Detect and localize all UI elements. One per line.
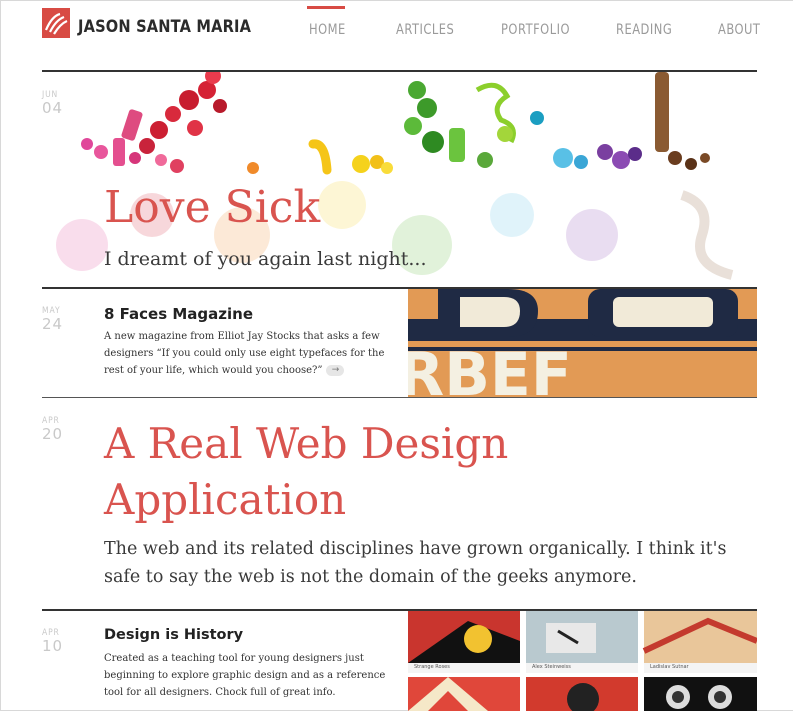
- site-title[interactable]: JASON SANTA MARIA: [78, 17, 251, 37]
- read-more-arrow-icon[interactable]: →: [326, 365, 345, 376]
- post-date: JUN 04: [42, 90, 64, 117]
- magazine-cover-image[interactable]: RBEF: [408, 289, 757, 397]
- post-divider: [42, 397, 757, 398]
- nav-active-indicator: [307, 6, 345, 9]
- post-title-link[interactable]: 8 Faces Magazine: [104, 305, 253, 323]
- logo-icon[interactable]: [42, 8, 70, 38]
- post-date: MAY 24: [42, 306, 64, 333]
- thumbnail-caption: Alex Steinweiss: [532, 664, 571, 670]
- post-date: APR 10: [42, 628, 64, 655]
- post-title-link[interactable]: A Real Web Design Application: [104, 416, 508, 528]
- thumbnail-caption: Ladislav Sutnar: [650, 664, 689, 670]
- design-history-thumbnails-image[interactable]: Strange Roses Alex Steinweiss Ladislav S…: [408, 611, 757, 711]
- nav-articles[interactable]: ARTICLES: [396, 22, 454, 38]
- hero-artwork-image[interactable]: [65, 72, 757, 175]
- nav-portfolio[interactable]: PORTFOLIO: [501, 22, 570, 38]
- post-excerpt: Created as a teaching tool for young des…: [104, 653, 386, 698]
- post-excerpt: I dreamt of you again last night...: [104, 248, 427, 270]
- post-date: APR 20: [42, 416, 64, 443]
- post-title-link[interactable]: Design is History: [104, 627, 243, 643]
- post-title-link[interactable]: Love Sick: [104, 182, 320, 233]
- post-excerpt: The web and its related disciplines have…: [104, 539, 727, 587]
- nav-home[interactable]: HOME: [309, 22, 346, 38]
- nav-about[interactable]: ABOUT: [718, 22, 760, 38]
- thumbnail-caption: Strange Roses: [414, 664, 450, 670]
- post-excerpt: A new magazine from Elliot Jay Stocks th…: [104, 331, 385, 376]
- nav-reading[interactable]: READING: [616, 22, 672, 38]
